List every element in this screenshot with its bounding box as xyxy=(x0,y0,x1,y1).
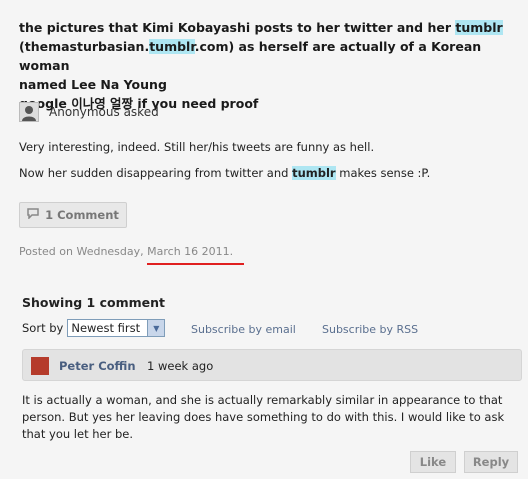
answer-line-2-start: Now her sudden disappearing from twitter… xyxy=(19,166,293,180)
chevron-down-icon[interactable]: ▼ xyxy=(147,320,165,336)
question-text: the pictures that Kimi Kobayashi posts t… xyxy=(19,18,519,113)
posted-prefix: Posted on Wednesday, xyxy=(19,245,148,258)
answer-line-2: Now her sudden disappearing from twitter… xyxy=(19,166,430,180)
posted-date-value[interactable]: March 16 2011. xyxy=(147,245,233,258)
tumblr-highlight: tumblr xyxy=(455,20,503,35)
answer-line-2-end: makes sense :P. xyxy=(335,166,431,180)
comment-count-button[interactable]: 1 Comment xyxy=(19,202,127,228)
like-button[interactable]: Like xyxy=(410,451,456,473)
question-line-2-start: (themasturbasian. xyxy=(19,39,150,54)
sort-row: Sort by Newest first ▼ xyxy=(22,319,166,337)
silhouette-icon xyxy=(19,102,39,122)
question-line-1: the pictures that Kimi Kobayashi posts t… xyxy=(19,20,456,35)
tumblr-highlight: tumblr xyxy=(292,166,336,180)
posted-date: Posted on Wednesday, March 16 2011. xyxy=(19,245,233,258)
comment-text: It is actually a woman, and she is actua… xyxy=(22,393,505,441)
tumblr-highlight: tumblr xyxy=(149,39,195,54)
sort-label: Sort by xyxy=(22,321,64,335)
red-underline xyxy=(147,263,244,265)
sort-select[interactable]: Newest first ▼ xyxy=(67,319,166,337)
sort-select-value: Newest first xyxy=(71,321,141,335)
answer-line-1: Very interesting, indeed. Still her/his … xyxy=(19,140,375,154)
comment-count-label: 1 Comment xyxy=(45,208,119,222)
comment-author[interactable]: Peter Coffin xyxy=(59,359,136,373)
subscribe-email-link[interactable]: Subscribe by email xyxy=(191,323,296,336)
asker: Anonymous asked xyxy=(19,102,159,122)
avatar[interactable] xyxy=(31,357,49,375)
speech-bubble-icon xyxy=(27,208,39,222)
subscribe-rss-link[interactable]: Subscribe by RSS xyxy=(322,323,418,336)
reply-button[interactable]: Reply xyxy=(464,451,518,473)
asker-name: Anonymous asked xyxy=(49,105,159,119)
comment-time: 1 week ago xyxy=(147,359,214,373)
question-line-3: named Lee Na Young xyxy=(19,77,167,92)
comments-heading: Showing 1 comment xyxy=(22,295,165,310)
comment-header: Peter Coffin 1 week ago xyxy=(22,349,522,381)
